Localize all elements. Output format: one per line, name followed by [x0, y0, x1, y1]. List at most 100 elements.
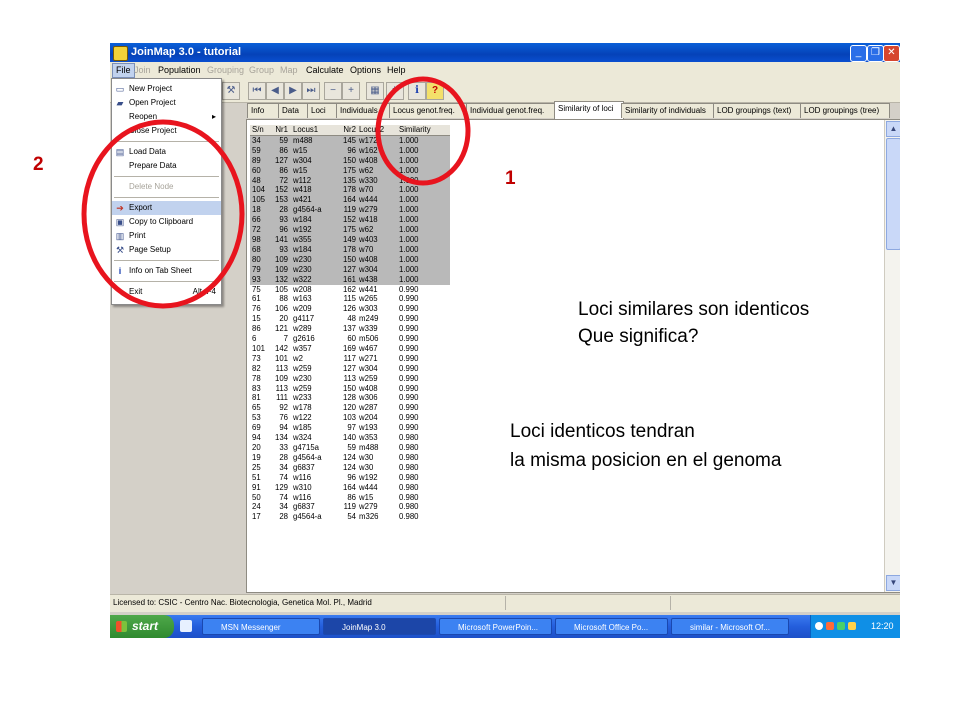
menu-item-open-project[interactable]: ▰ Open Project: [112, 96, 221, 110]
table-row[interactable]: 6 7 g2616 60 m506 0.990: [250, 334, 450, 344]
tab-loci[interactable]: Loci: [307, 103, 339, 118]
table-row[interactable]: 50 74 w116 86 w15 0.980: [250, 493, 450, 503]
help-icon[interactable]: ?: [426, 82, 444, 100]
tray-icon[interactable]: [837, 622, 845, 630]
table-row[interactable]: 60 86 w15 175 w62 1.000: [250, 165, 450, 176]
taskbar-item-similar[interactable]: similar - Microsoft Of...: [671, 618, 789, 635]
taskbar-item-office[interactable]: Microsoft Office Po...: [555, 618, 668, 635]
menu-item-export[interactable]: ➔ Export: [112, 201, 221, 215]
menu-options[interactable]: Options: [350, 65, 381, 75]
quick-launch-icon[interactable]: [180, 620, 192, 632]
tab-lod-groupings-tree[interactable]: LOD groupings (tree): [800, 103, 890, 118]
table-row[interactable]: 66 93 w184 152 w418 1.000: [250, 215, 450, 226]
tab-locus-genot-freq[interactable]: Locus genot.freq.: [389, 103, 469, 118]
maximize-button[interactable]: ❐: [867, 45, 884, 62]
table-row[interactable]: 83 113 w259 150 w408 0.990: [250, 384, 450, 394]
menu-join[interactable]: Join: [134, 65, 151, 75]
tray-icon[interactable]: [848, 622, 856, 630]
menu-item-delete-node[interactable]: Delete Node: [112, 180, 221, 194]
clock[interactable]: 12:20: [871, 621, 894, 631]
first-icon[interactable]: ⏮: [248, 82, 266, 100]
taskbar-item-msn[interactable]: MSN Messenger: [202, 618, 320, 635]
table-row[interactable]: 61 88 w163 115 w265 0.990: [250, 294, 450, 304]
similarity-grid[interactable]: S/n Nr1 Locus1 Nr2 Locus2 Similarity 34 59 m488 1…: [250, 125, 450, 522]
zoom-in-icon[interactable]: +: [342, 82, 360, 100]
table-row[interactable]: 105 153 w421 164 w444 1.000: [250, 195, 450, 206]
menu-item-new-project[interactable]: ▭ New Project: [112, 82, 221, 96]
table-row[interactable]: 69 94 w185 97 w193 0.990: [250, 423, 450, 433]
tab-similarity-of-loci[interactable]: Similarity of loci: [554, 101, 624, 119]
calculator-icon[interactable]: ▦: [366, 82, 384, 100]
menu-item-reopen[interactable]: Reopen ▸: [112, 110, 221, 124]
table-row[interactable]: 72 96 w192 175 w62 1.000: [250, 225, 450, 235]
tab-individuals[interactable]: Individuals: [336, 103, 392, 118]
table-row[interactable]: 78 109 w230 113 w259 0.990: [250, 374, 450, 384]
table-row[interactable]: 94 134 w324 140 w353 0.980: [250, 433, 450, 443]
scroll-thumb[interactable]: [886, 138, 900, 250]
table-row[interactable]: 86 121 w289 137 w339 0.990: [250, 324, 450, 334]
grid-header-row[interactable]: S/n Nr1 Locus1 Nr2 Locus2 Similarity: [250, 125, 450, 136]
table-row[interactable]: 93 132 w322 161 w438 1.000: [250, 274, 450, 285]
table-row[interactable]: 18 28 g4564-a 119 w279 1.000: [250, 205, 450, 216]
table-row[interactable]: 59 86 w15 96 w162 1.000: [250, 145, 450, 156]
title-bar[interactable]: JoinMap 3.0 - tutorial _ ❐ ✕: [110, 43, 900, 62]
menu-map[interactable]: Map: [280, 65, 298, 75]
vertical-scrollbar[interactable]: ▲ ▼: [884, 120, 900, 592]
table-row[interactable]: 75 105 w208 162 w441 0.990: [250, 285, 450, 295]
table-row[interactable]: 15 20 g4117 48 m249 0.990: [250, 314, 450, 324]
table-row[interactable]: 91 129 w310 164 w444 0.980: [250, 483, 450, 493]
table-row[interactable]: 51 74 w116 96 w192 0.980: [250, 473, 450, 483]
table-row[interactable]: 79 109 w230 127 w304 1.000: [250, 264, 450, 275]
table-row[interactable]: 101 142 w357 169 w467 0.990: [250, 344, 450, 354]
taskbar-item-powerpoint[interactable]: Microsoft PowerPoin...: [439, 618, 552, 635]
table-row[interactable]: 80 109 w230 150 w408 1.000: [250, 254, 450, 265]
menu-population[interactable]: Population: [158, 65, 201, 75]
menu-item-exit[interactable]: Exit Alt+F4: [112, 285, 221, 299]
info-icon[interactable]: i: [408, 82, 426, 100]
taskbar-item-joinmap[interactable]: JoinMap 3.0: [323, 618, 436, 635]
table-row[interactable]: 89 127 w304 150 w408 1.000: [250, 155, 450, 166]
tray-icon[interactable]: [815, 622, 823, 630]
table-row[interactable]: 17 28 g4564-a 54 m326 0.980: [250, 512, 450, 522]
tab-data[interactable]: Data: [278, 103, 310, 118]
start-button[interactable]: start: [110, 615, 174, 638]
table-row[interactable]: 48 72 w112 135 w330 1.000: [250, 175, 450, 186]
tab-individual-genot-freq[interactable]: Individual genot.freq.: [466, 103, 557, 118]
table-row[interactable]: 53 76 w122 103 w204 0.990: [250, 413, 450, 423]
next-icon[interactable]: ▶: [284, 82, 302, 100]
grid-icon[interactable]: #: [386, 82, 404, 100]
tab-info[interactable]: Info: [247, 103, 281, 118]
table-row[interactable]: 76 106 w209 126 w303 0.990: [250, 304, 450, 314]
menu-calculate[interactable]: Calculate: [306, 65, 344, 75]
menu-help[interactable]: Help: [387, 65, 406, 75]
table-row[interactable]: 68 93 w184 178 w70 1.000: [250, 244, 450, 255]
menu-file[interactable]: File: [112, 63, 135, 78]
menu-grouping[interactable]: Grouping: [207, 65, 244, 75]
last-icon[interactable]: ⏭: [302, 82, 320, 100]
menu-item-copy-to-clipboard[interactable]: ▣ Copy to Clipboard: [112, 215, 221, 229]
menu-item-load-data[interactable]: ▤ Load Data: [112, 145, 221, 159]
table-row[interactable]: 104 152 w418 178 w70 1.000: [250, 185, 450, 196]
scroll-up-arrow[interactable]: ▲: [886, 121, 900, 137]
tray-icon[interactable]: [826, 622, 834, 630]
table-row[interactable]: 82 113 w259 127 w304 0.990: [250, 364, 450, 374]
menu-item-info-on-tab-sheet[interactable]: i Info on Tab Sheet: [112, 264, 221, 278]
menu-item-prepare-data[interactable]: Prepare Data: [112, 159, 221, 173]
scroll-down-arrow[interactable]: ▼: [886, 575, 900, 591]
menu-item-close-project[interactable]: Close Project: [112, 124, 221, 138]
prev-icon[interactable]: ◀: [266, 82, 284, 100]
menu-item-page-setup[interactable]: ⚒ Page Setup: [112, 243, 221, 257]
table-row[interactable]: 81 111 w233 128 w306 0.990: [250, 393, 450, 403]
zoom-out-icon[interactable]: −: [324, 82, 342, 100]
table-row[interactable]: 25 34 g6837 124 w30 0.980: [250, 463, 450, 473]
table-row[interactable]: 98 141 w355 149 w403 1.000: [250, 234, 450, 245]
minimize-button[interactable]: _: [850, 45, 867, 62]
tab-lod-groupings-text[interactable]: LOD groupings (text): [713, 103, 803, 118]
menu-item-print[interactable]: ▥ Print: [112, 229, 221, 243]
table-row[interactable]: 34 59 m488 145 w172 1.000: [250, 135, 450, 146]
table-row[interactable]: 19 28 g4564-a 124 w30 0.980: [250, 453, 450, 463]
table-row[interactable]: 24 34 g6837 119 w279 0.980: [250, 502, 450, 512]
menu-group[interactable]: Group: [249, 65, 274, 75]
tools-icon[interactable]: ⚒: [222, 82, 240, 100]
table-row[interactable]: 73 101 w2 117 w271 0.990: [250, 354, 450, 364]
